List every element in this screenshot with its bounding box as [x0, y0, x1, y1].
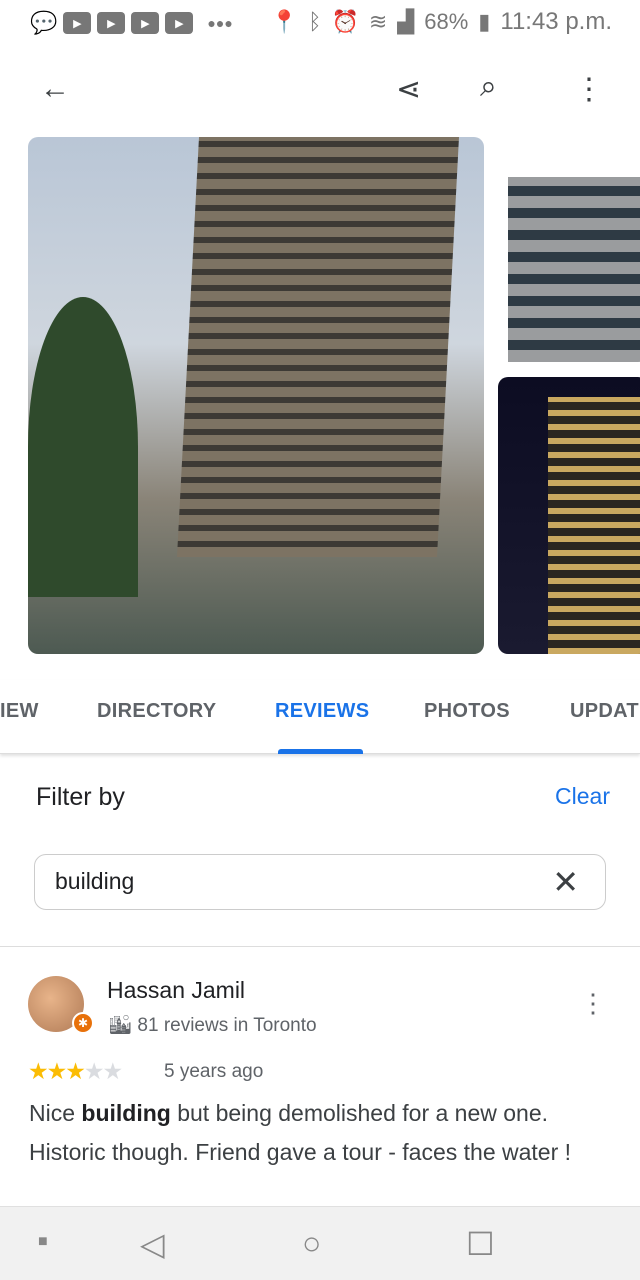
- search-icon[interactable]: ⌕: [480, 70, 497, 104]
- reviewer-name[interactable]: Hassan Jamil: [107, 977, 245, 1004]
- review-search-input[interactable]: [55, 868, 535, 895]
- close-icon[interactable]: ✕: [552, 863, 579, 901]
- back-triangle-icon[interactable]: ◁: [140, 1225, 165, 1263]
- star-icon: ★: [83, 1058, 105, 1084]
- place-photo-main[interactable]: [28, 137, 484, 654]
- place-tabs: IEW DIRECTORY REVIEWS PHOTOS UPDAT: [0, 680, 640, 754]
- battery-text: 68%: [424, 9, 469, 34]
- more-vert-icon[interactable]: ⋮: [580, 988, 606, 1019]
- review-text: Nice building but being demolished for a…: [29, 1094, 629, 1171]
- city-icon: 🏙: [108, 1015, 133, 1036]
- tab-photos[interactable]: PHOTOS: [424, 700, 510, 723]
- top-app-bar: ← ⋖ ⌕ ⋮: [0, 60, 640, 124]
- back-arrow-icon[interactable]: ←: [40, 72, 70, 106]
- review-time: 5 years ago: [164, 1061, 264, 1082]
- star-icon: ★: [46, 1058, 68, 1084]
- messages-icon: 💬: [30, 10, 58, 35]
- reviewer-meta-text: 81 reviews in Toronto: [137, 1015, 317, 1036]
- review-text-part: Nice: [29, 1100, 82, 1126]
- local-guide-badge-icon: ✱: [72, 1012, 94, 1034]
- wifi-icon: ≋: [368, 9, 388, 34]
- home-circle-icon[interactable]: ○: [302, 1225, 321, 1262]
- youtube-icon: ▶: [63, 12, 92, 34]
- more-notifications-icon: ●●●: [207, 15, 233, 31]
- reviewer-meta: 🏙 81 reviews in Toronto: [108, 1013, 317, 1037]
- tab-reviews[interactable]: REVIEWS: [275, 700, 369, 723]
- recents-dot-icon[interactable]: ■: [38, 1233, 48, 1251]
- divider: [0, 946, 640, 947]
- active-tab-indicator: [278, 749, 363, 754]
- battery-charging-icon: ▮: [478, 9, 491, 34]
- filter-title: Filter by: [36, 783, 125, 811]
- signal-icon: ▟: [397, 9, 415, 34]
- youtube-icon: ▶: [97, 12, 126, 34]
- place-photo-2[interactable]: [498, 137, 640, 362]
- more-vert-icon[interactable]: ⋮: [574, 72, 604, 107]
- review-search-field: ✕: [34, 854, 606, 910]
- star-icon: ★: [65, 1058, 86, 1084]
- star-rating: ★★★★★: [28, 1058, 124, 1085]
- status-bar: 💬 ▶ ▶ ▶ ▶ ●●● 📍 ᛒ ⏰ ≋ ▟ 68% ▮ 11:43 p.m.: [0, 0, 640, 44]
- star-icon: ★: [102, 1058, 124, 1084]
- share-icon[interactable]: ⋖: [396, 72, 421, 107]
- tab-directory[interactable]: DIRECTORY: [97, 700, 216, 723]
- bluetooth-icon: ᛒ: [308, 9, 322, 34]
- place-photo-3[interactable]: [498, 377, 640, 654]
- tab-overview[interactable]: IEW: [0, 700, 39, 723]
- star-icon: ★: [28, 1058, 49, 1084]
- youtube-icon: ▶: [165, 12, 194, 34]
- youtube-icon: ▶: [131, 12, 160, 34]
- review-highlight: building: [81, 1100, 171, 1126]
- clock: 11:43 p.m.: [500, 8, 612, 35]
- location-icon: 📍: [270, 9, 299, 34]
- clear-button[interactable]: Clear: [555, 783, 610, 810]
- overview-square-icon[interactable]: ☐: [466, 1225, 495, 1263]
- alarm-icon: ⏰: [331, 9, 359, 34]
- tab-updates[interactable]: UPDAT: [570, 700, 639, 723]
- system-nav-bar: ■ ◁ ○ ☐: [0, 1206, 640, 1280]
